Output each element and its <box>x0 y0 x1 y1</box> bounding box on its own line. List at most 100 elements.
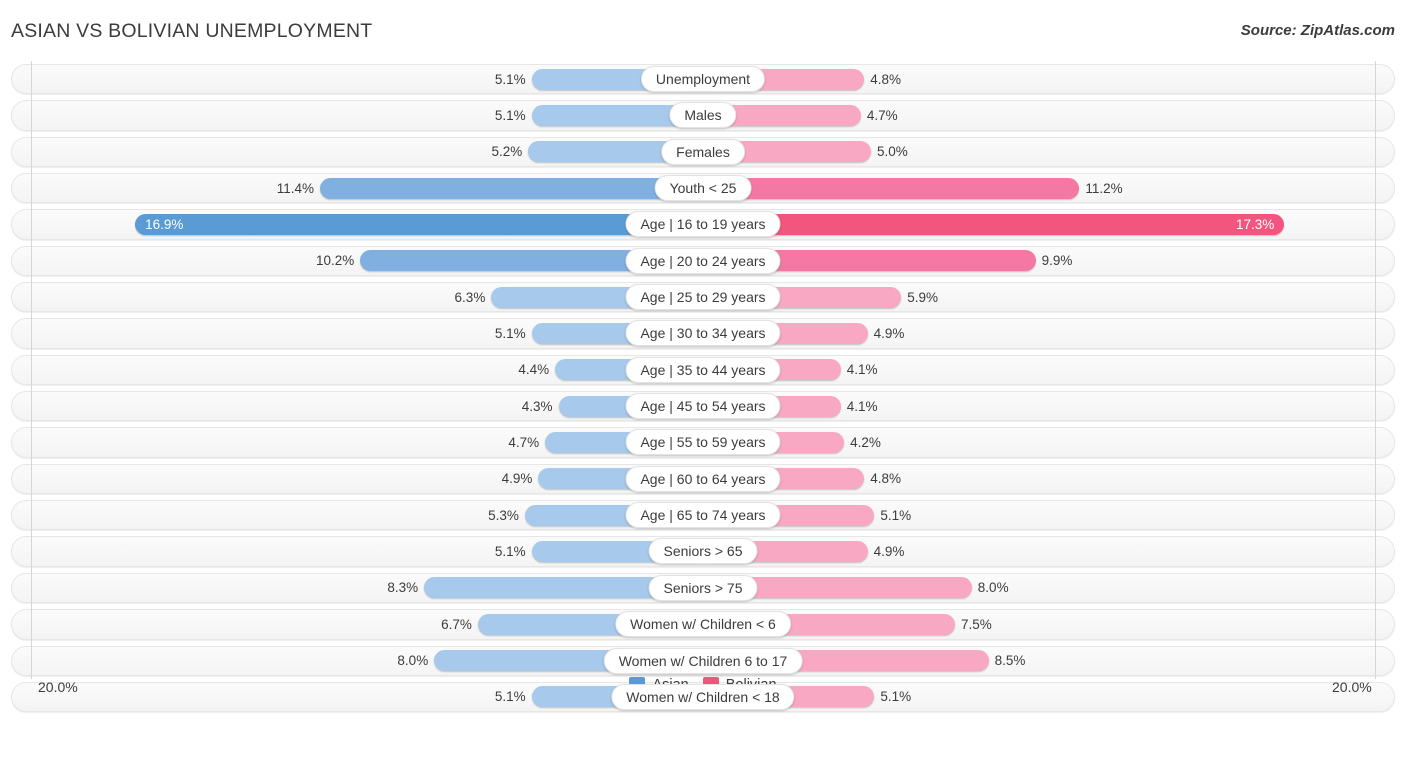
row-bars: 5.1% 4.8% Unemployment <box>31 61 1375 97</box>
chart-row: 11.4% 11.2% Youth < 25 <box>0 170 1406 206</box>
bar-value-label-bolivian: 4.9% <box>873 543 905 559</box>
bar-value-label-bolivian: 17.3% <box>1236 216 1275 232</box>
bar-value-label-asian: 5.1% <box>494 325 526 341</box>
chart-row: 5.1% 4.9% Seniors > 65 <box>0 533 1406 569</box>
chart-row: 16.9% 17.3% Age | 16 to 19 years <box>0 206 1406 242</box>
row-bars: 6.7% 7.5% Women w/ Children < 6 <box>31 606 1375 642</box>
bar-bolivian[interactable] <box>703 177 1080 199</box>
row-bars: 4.9% 4.8% Age | 60 to 64 years <box>31 461 1375 497</box>
bar-half-asian: 5.1% <box>31 686 703 708</box>
chart-row: 5.1% 4.7% Males <box>0 97 1406 133</box>
bar-value-label-asian: 8.0% <box>397 653 429 668</box>
bar-value-label-bolivian: 5.1% <box>880 507 912 523</box>
bar-half-bolivian: 4.1% <box>703 359 1375 381</box>
chart-row: 5.1% 4.8% Unemployment <box>0 61 1406 97</box>
row-bars: 5.1% 4.9% Seniors > 65 <box>31 533 1375 569</box>
bar-half-asian: 4.4% <box>31 359 703 381</box>
bar-half-asian: 16.9% <box>31 213 703 235</box>
bar-half-bolivian: 4.9% <box>703 322 1375 344</box>
row-bars: 5.1% 4.9% Age | 30 to 34 years <box>31 315 1375 351</box>
category-label: Age | 35 to 44 years <box>625 356 781 383</box>
bar-half-bolivian: 17.3% <box>703 213 1375 235</box>
bar-value-label-bolivian: 4.1% <box>846 362 878 378</box>
category-label: Age | 16 to 19 years <box>625 211 781 238</box>
bar-asian[interactable] <box>319 177 703 199</box>
bar-value-label-bolivian: 7.5% <box>961 616 992 632</box>
bar-value-label-asian: 5.1% <box>494 107 526 123</box>
bar-half-bolivian: 8.0% <box>703 577 1375 599</box>
chart-row: 4.7% 4.2% Age | 55 to 59 years <box>0 424 1406 460</box>
bar-value-label-bolivian: 5.1% <box>880 689 912 705</box>
chart-row: 8.3% 8.0% Seniors > 75 <box>0 570 1406 606</box>
chart-row: 5.2% 5.0% Females <box>0 134 1406 170</box>
bar-half-asian: 4.7% <box>31 431 703 453</box>
bar-half-bolivian: 5.9% <box>703 286 1375 308</box>
chart-plot-area: 5.1% 4.8% Unemployment 5.1% 4.7% Males 5.2% 5.0… <box>0 61 1406 715</box>
chart-row: 5.1% 4.9% Age | 30 to 34 years <box>0 315 1406 351</box>
bar-value-label-bolivian: 4.1% <box>846 398 878 414</box>
bar-half-asian: 10.2% <box>31 250 703 272</box>
row-bars: 8.3% 8.0% Seniors > 75 <box>31 570 1375 606</box>
chart-row: 5.3% 5.1% Age | 65 to 74 years <box>0 497 1406 533</box>
category-label: Age | 25 to 29 years <box>625 284 781 311</box>
page-title: ASIAN VS BOLIVIAN UNEMPLOYMENT <box>11 20 373 42</box>
category-label: Age | 30 to 34 years <box>625 320 781 347</box>
bar-half-asian: 11.4% <box>31 177 703 199</box>
bar-half-asian: 6.7% <box>31 613 703 635</box>
chart-row: 5.1% 5.1% Women w/ Children < 18 <box>0 679 1406 715</box>
bar-half-bolivian: 9.9% <box>703 250 1375 272</box>
bar-half-asian: 6.3% <box>31 286 703 308</box>
category-label: Males <box>669 102 737 129</box>
chart-row: 8.0% 8.5% Women w/ Children 6 to 17 <box>0 643 1406 679</box>
row-bars: 10.2% 9.9% Age | 20 to 24 years <box>31 243 1375 279</box>
bar-bolivian[interactable] <box>703 213 1285 235</box>
row-bars: 5.1% 5.1% Women w/ Children < 18 <box>31 679 1375 715</box>
bar-value-label-bolivian: 4.8% <box>870 71 902 87</box>
bar-value-label-asian: 6.3% <box>454 289 486 305</box>
bar-half-asian: 8.3% <box>31 577 703 599</box>
bar-half-bolivian: 4.1% <box>703 395 1375 417</box>
bar-half-bolivian: 5.1% <box>703 504 1375 526</box>
category-label: Seniors > 65 <box>648 538 758 565</box>
bar-value-label-asian: 8.3% <box>387 580 419 596</box>
category-label: Seniors > 75 <box>648 574 758 601</box>
category-label: Age | 60 to 64 years <box>625 465 781 492</box>
bar-asian[interactable] <box>135 213 703 235</box>
bar-value-label-bolivian: 4.8% <box>870 471 902 487</box>
bar-half-bolivian: 4.9% <box>703 540 1375 562</box>
category-label: Women w/ Children < 6 <box>615 611 791 638</box>
bar-value-label-asian: 16.9% <box>145 216 184 232</box>
bar-half-asian: 5.2% <box>31 141 703 163</box>
bar-value-label-asian: 4.9% <box>501 471 533 487</box>
row-bars: 4.3% 4.1% Age | 45 to 54 years <box>31 388 1375 424</box>
bar-value-label-asian: 4.4% <box>518 362 550 378</box>
bar-value-label-asian: 5.3% <box>488 507 519 523</box>
chart-row: 4.9% 4.8% Age | 60 to 64 years <box>0 461 1406 497</box>
bar-half-asian: 5.1% <box>31 322 703 344</box>
category-label: Age | 65 to 74 years <box>625 502 781 529</box>
bar-value-label-bolivian: 4.2% <box>850 434 881 450</box>
bar-half-bolivian: 7.5% <box>703 613 1375 635</box>
bar-half-asian: 8.0% <box>31 650 703 671</box>
row-bars: 6.3% 5.9% Age | 25 to 29 years <box>31 279 1375 315</box>
category-label: Women w/ Children 6 to 17 <box>603 647 803 674</box>
bar-value-label-asian: 10.2% <box>316 253 355 269</box>
bar-value-label-bolivian: 9.9% <box>1041 253 1073 269</box>
bar-half-asian: 4.9% <box>31 468 703 490</box>
bar-value-label-asian: 11.4% <box>276 180 314 196</box>
row-bars: 5.3% 5.1% Age | 65 to 74 years <box>31 497 1375 533</box>
bar-half-asian: 5.1% <box>31 540 703 562</box>
row-bars: 5.2% 5.0% Females <box>31 134 1375 170</box>
bar-half-bolivian: 4.2% <box>703 431 1375 453</box>
category-label: Age | 55 to 59 years <box>625 429 781 456</box>
bar-half-bolivian: 4.7% <box>703 104 1375 126</box>
bar-value-label-bolivian: 4.7% <box>866 107 898 123</box>
bar-value-label-bolivian: 5.9% <box>907 289 939 305</box>
category-label: Females <box>661 138 745 165</box>
source-attribution: Source: ZipAtlas.com <box>1240 22 1395 39</box>
category-label: Age | 20 to 24 years <box>625 247 781 274</box>
bar-half-asian: 4.3% <box>31 395 703 417</box>
row-bars: 4.4% 4.1% Age | 35 to 44 years <box>31 352 1375 388</box>
bar-value-label-bolivian: 11.2% <box>1085 180 1123 196</box>
bar-rows-container: 5.1% 4.8% Unemployment 5.1% 4.7% Males 5.2% 5.0… <box>0 61 1406 715</box>
